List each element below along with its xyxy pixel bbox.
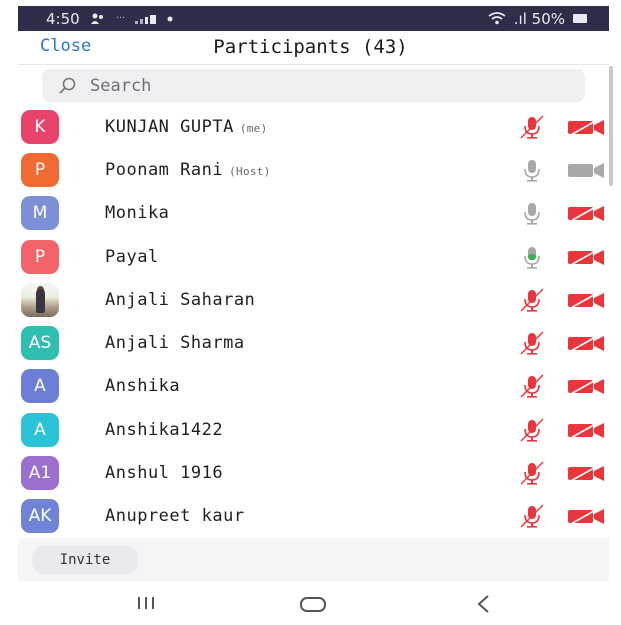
participant-name-cell: KUNJAN GUPTA (me)	[105, 117, 268, 137]
participant-name: Anjali Saharan	[105, 289, 256, 310]
avatar-initials: A	[34, 376, 46, 397]
participant-row[interactable]: AS Anjali Sharma	[0, 321, 621, 364]
mic-muted-icon[interactable]	[519, 373, 545, 399]
participant-row[interactable]: A Anshika	[0, 365, 621, 408]
page-title: Participants (43)	[213, 36, 408, 58]
participant-name: Anshul 1916	[105, 463, 224, 484]
video-icon[interactable]	[566, 159, 606, 181]
participant-name-cell: Anupreet kaur	[105, 506, 245, 526]
participant-name-cell: Monika	[105, 203, 169, 223]
mic-icon[interactable]	[519, 200, 545, 226]
mic-muted-icon[interactable]	[519, 114, 545, 140]
participant-name: Anupreet kaur	[105, 506, 245, 527]
avatar-initials: AS	[28, 333, 52, 354]
signal-battery-text: .ıl 50%	[513, 9, 565, 28]
participant-role-tag: (me)	[239, 121, 268, 135]
video-off-icon[interactable]	[566, 462, 606, 484]
participant-name-cell: Poonam Rani (Host)	[105, 160, 271, 180]
participant-name: Anjali Sharma	[105, 333, 245, 354]
avatar: AK	[21, 499, 59, 534]
avatar: K	[21, 109, 59, 144]
video-off-icon[interactable]	[566, 505, 606, 527]
participant-name-cell: Anshul 1916	[105, 463, 223, 483]
participant-row[interactable]: P Poonam Rani (Host)	[0, 148, 621, 191]
participant-row[interactable]: Anjali Saharan	[0, 278, 621, 321]
participant-row[interactable]: M Monika	[0, 192, 621, 235]
avatar: P	[21, 152, 59, 187]
video-off-icon[interactable]	[566, 202, 606, 224]
participant-list: K KUNJAN GUPTA (me) P Poonam Rani (Host) M Moni…	[0, 105, 621, 538]
mic-muted-icon[interactable]	[519, 287, 545, 313]
video-off-icon[interactable]	[566, 332, 606, 354]
video-off-icon[interactable]	[566, 289, 606, 311]
recents-icon[interactable]	[134, 595, 158, 611]
avatar-initials: P	[34, 246, 46, 267]
participant-name: KUNJAN GUPTA	[105, 116, 234, 137]
participant-name-cell: Anjali Sharma	[105, 333, 245, 353]
header: Close Participants (43)	[0, 31, 621, 63]
mic-muted-icon[interactable]	[519, 330, 545, 356]
notice-icons: ···	[115, 13, 126, 24]
mic-muted-icon[interactable]	[519, 503, 545, 529]
mic-icon[interactable]	[519, 157, 545, 183]
participant-name: Monika	[105, 203, 170, 224]
avatar-initials: A1	[28, 463, 52, 484]
participant-name-cell: Anjali Saharan	[105, 290, 255, 310]
participant-row[interactable]: A Anshika1422	[0, 408, 621, 451]
invite-button[interactable]: Invite	[32, 546, 138, 574]
participant-name-cell: Payal	[105, 247, 159, 267]
avatar-initials: M	[32, 203, 48, 224]
participant-row[interactable]: K KUNJAN GUPTA (me)	[0, 105, 621, 148]
avatar: P	[21, 239, 59, 274]
avatar	[21, 282, 59, 317]
mic-talking-icon[interactable]	[519, 244, 545, 270]
video-off-icon[interactable]	[566, 116, 606, 138]
search-input[interactable]	[90, 75, 570, 96]
avatar-initials: P	[34, 159, 46, 180]
mic-muted-icon[interactable]	[519, 417, 545, 443]
clock: 4:50	[46, 9, 80, 28]
participant-name: Payal	[105, 246, 159, 267]
dot-icon	[167, 16, 173, 21]
header-divider	[18, 64, 609, 65]
participant-name: Poonam Rani	[105, 159, 224, 180]
participant-name: Anshika1422	[105, 419, 224, 440]
avatar-initials: K	[34, 116, 46, 137]
search-bar[interactable]	[42, 69, 585, 102]
avatar-initials: A	[34, 419, 46, 440]
participant-name-cell: Anshika1422	[105, 420, 223, 440]
video-off-icon[interactable]	[566, 246, 606, 268]
battery-icon	[573, 14, 587, 23]
participant-role-tag: (Host)	[229, 164, 271, 178]
mic-muted-icon[interactable]	[519, 460, 545, 486]
participant-row[interactable]: A1 Anshul 1916	[0, 451, 621, 494]
avatar: A	[21, 412, 59, 447]
back-icon[interactable]	[474, 593, 492, 615]
avatar-initials: AK	[28, 506, 52, 527]
avatar: AS	[21, 326, 59, 361]
avatar: M	[21, 196, 59, 231]
avatar: A1	[21, 456, 59, 491]
signal-bars-icon	[135, 14, 157, 24]
participant-name-cell: Anshika	[105, 376, 180, 396]
wifi-icon	[488, 12, 506, 25]
android-nav-bar	[0, 585, 621, 625]
search-icon	[59, 77, 76, 94]
home-icon[interactable]	[300, 597, 326, 612]
video-off-icon[interactable]	[566, 375, 606, 397]
video-off-icon[interactable]	[566, 419, 606, 441]
status-right: .ıl 50%	[488, 10, 587, 28]
status-left: 4:50 ···	[46, 10, 173, 28]
participant-row[interactable]: P Payal	[0, 235, 621, 278]
notification-icon	[90, 13, 103, 24]
participant-name: Anshika	[105, 376, 181, 397]
participant-row[interactable]: AK Anupreet kaur	[0, 495, 621, 538]
status-bar: 4:50 ··· .ıl 50%	[18, 6, 609, 31]
avatar: A	[21, 369, 59, 404]
